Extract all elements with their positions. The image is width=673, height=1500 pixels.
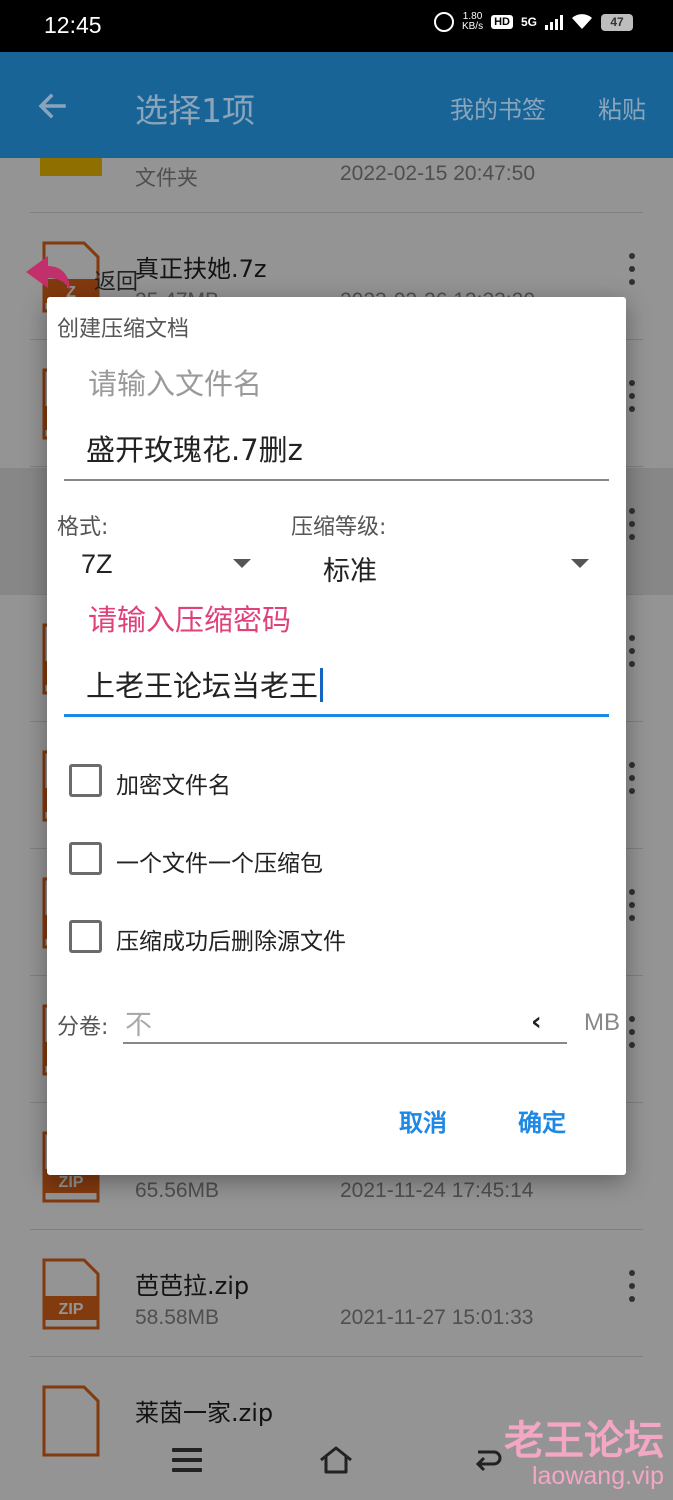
- delete-source-checkbox[interactable]: 压缩成功后删除源文件: [69, 917, 569, 957]
- format-dropdown-icon[interactable]: [233, 559, 251, 568]
- confirm-button[interactable]: 确定: [518, 1103, 566, 1138]
- split-volume-input[interactable]: 不: [125, 1003, 152, 1042]
- one-archive-per-file-checkbox[interactable]: 一个文件一个压缩包: [69, 839, 569, 879]
- format-label: 格式:: [57, 515, 109, 540]
- back-badge-icon: [26, 256, 70, 290]
- watermark-title: 老王论坛: [504, 1418, 664, 1464]
- checkbox-label: 一个文件一个压缩包: [116, 851, 323, 877]
- wifi-icon: [572, 14, 592, 29]
- back-badge-label: 返回: [94, 270, 139, 295]
- password-hint: 请输入压缩密码: [88, 603, 292, 637]
- dialog-title: 创建压缩文档: [57, 317, 190, 342]
- checkbox-icon[interactable]: [69, 842, 102, 875]
- watermark-url: laowang.vip: [531, 1462, 664, 1490]
- filename-underline: [64, 479, 609, 481]
- split-volume-underline: [123, 1042, 567, 1044]
- home-icon[interactable]: [318, 1444, 354, 1476]
- status-bar: 12:45 1.80 KB/s HD 5G 47: [0, 0, 673, 52]
- compression-level-select[interactable]: 标准: [323, 549, 377, 588]
- status-icons: 1.80 KB/s HD 5G 47: [433, 12, 633, 32]
- compression-level-label: 压缩等级:: [291, 515, 387, 540]
- encrypt-filenames-checkbox[interactable]: 加密文件名: [69, 761, 569, 801]
- net-speed: 1.80 KB/s: [462, 12, 483, 32]
- text-cursor: [320, 668, 324, 702]
- alarm-icon: [433, 12, 454, 32]
- checkbox-label: 加密文件名: [116, 773, 231, 799]
- filename-input[interactable]: 盛开玫瑰花.7删z: [86, 427, 303, 469]
- net-speed-unit: KB/s: [461, 21, 484, 32]
- split-volume-label: 分卷:: [57, 1015, 109, 1040]
- create-archive-dialog: 创建压缩文档 请输入文件名 盛开玫瑰花.7删z 格式: 7Z 压缩等级: 标准 …: [47, 297, 626, 1175]
- status-time: 12:45: [44, 12, 102, 38]
- signal-icon: [545, 14, 563, 30]
- password-input[interactable]: 上老王论坛当老王: [86, 663, 324, 705]
- split-volume-unit: MB: [584, 1009, 620, 1036]
- battery-icon: 47: [601, 13, 633, 31]
- cancel-button[interactable]: 取消: [399, 1103, 447, 1138]
- checkbox-label: 压缩成功后删除源文件: [116, 929, 346, 955]
- menu-icon[interactable]: [172, 1448, 202, 1472]
- split-volume-dropdown-icon[interactable]: ‹: [531, 1007, 542, 1037]
- network-type: 5G: [520, 15, 537, 29]
- compression-level-dropdown-icon[interactable]: [571, 559, 589, 568]
- password-underline: [64, 714, 609, 717]
- format-select[interactable]: 7Z: [81, 549, 113, 580]
- watermark: 老王论坛 laowang.vip: [484, 1408, 664, 1491]
- password-value: 上老王论坛当老王: [86, 669, 319, 703]
- checkbox-icon[interactable]: [69, 764, 102, 797]
- checkbox-icon[interactable]: [69, 920, 102, 953]
- hd-badge: HD: [491, 15, 513, 29]
- filename-hint: 请输入文件名: [88, 367, 263, 401]
